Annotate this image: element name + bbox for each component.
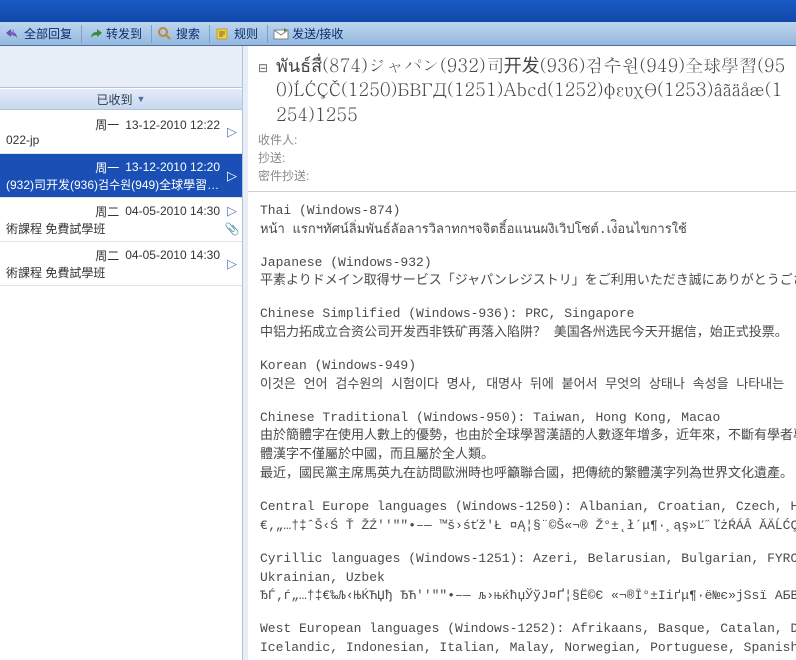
message-subject-preview: 術課程 免費試學班 xyxy=(6,220,220,237)
encoding-label: Thai (Windows-874) xyxy=(260,202,784,221)
message-day: 周二 xyxy=(95,247,119,264)
encoding-block: Chinese Traditional (Windows-950): Taiwa… xyxy=(260,409,784,484)
encoding-sample: หน้า แรกฯทัศน์ลิ่มพันธ์ลัอลารวิลาทกฯจจิต… xyxy=(260,221,784,240)
message-datetime: 13-12-2010 12:20 xyxy=(125,160,220,174)
encoding-label: Korean (Windows-949) xyxy=(260,357,784,376)
toolbar-separator xyxy=(209,25,210,43)
message-day: 周二 xyxy=(95,203,119,220)
message-day: 周一 xyxy=(95,159,119,176)
sort-desc-icon: ▼ xyxy=(137,94,146,104)
message-subject-preview: (932)司开发(936)검수원(949)全球學習(950)ĹĈ xyxy=(6,176,220,193)
message-row[interactable]: 周二 04-05-2010 14:30 術課程 免費試學班 ▷ 📎 xyxy=(0,198,242,242)
search-label: 搜索 xyxy=(176,25,200,42)
toolbar: 全部回复 转发到 搜索 规则 发送/接收 xyxy=(0,22,796,46)
send-receive-button[interactable]: 发送/接收 xyxy=(270,24,350,44)
reply-all-label: 全部回复 xyxy=(24,25,72,42)
message-row[interactable]: 周一 13-12-2010 12:22022-jp ▷ xyxy=(0,110,242,154)
encoding-block: Thai (Windows-874)หน้า แรกฯทัศน์ลิ่มพันธ… xyxy=(260,202,784,240)
encoding-block: West European languages (Windows-1252): … xyxy=(260,620,784,658)
message-list-panel: 已收到 ▼ 周一 13-12-2010 12:22022-jp ▷ 周一 13-12-2… xyxy=(0,46,243,660)
encoding-sample: 平素よりドメイン取得サービス「ジャパンレジストリ」をご利用いただき誠にありがとう… xyxy=(260,272,784,291)
encoding-block: Korean (Windows-949)이것은 언어 검수원의 시험이다 명사,… xyxy=(260,357,784,395)
toolbar-separator xyxy=(81,25,82,43)
toolbar-separator xyxy=(151,25,152,43)
message-list: 周一 13-12-2010 12:22022-jp ▷ 周一 13-12-2010 12… xyxy=(0,110,242,660)
encoding-label: West European languages (Windows-1252): … xyxy=(260,620,784,658)
message-subject-preview: 022-jp xyxy=(6,133,220,147)
encoding-label: Chinese Simplified (Windows-936): PRC, S… xyxy=(260,305,784,324)
encoding-sample: €‚„…†‡ˆŠ‹Ś Ť ŽŹ''""•–— ™š›śťž'Ł ¤Ą¦§¨©Š«… xyxy=(260,517,784,536)
encoding-sample: 中铝力拓成立合资公司开发西非铁矿再落入陷阱？ 美国各州选民今天开据信，始正式投票… xyxy=(260,324,784,343)
encoding-block: Chinese Simplified (Windows-936): PRC, S… xyxy=(260,305,784,343)
window-titlebar xyxy=(0,0,796,22)
collapse-icon[interactable]: ⊟ xyxy=(258,60,272,127)
send-receive-icon xyxy=(273,26,289,42)
flag-icon[interactable]: ▷ xyxy=(227,203,237,219)
message-datetime: 04-05-2010 14:30 xyxy=(125,248,220,262)
message-datetime: 04-05-2010 14:30 xyxy=(125,204,220,218)
encoding-label: Japanese (Windows-932) xyxy=(260,254,784,273)
forward-label: 转发到 xyxy=(106,25,142,42)
encoding-label: Chinese Traditional (Windows-950): Taiwa… xyxy=(260,409,784,428)
message-day: 周一 xyxy=(95,116,119,133)
forward-icon xyxy=(87,26,103,42)
reply-all-button[interactable]: 全部回复 xyxy=(2,24,79,44)
forward-button[interactable]: 转发到 xyxy=(84,24,149,44)
reply-all-icon xyxy=(5,26,21,42)
message-datetime: 13-12-2010 12:22 xyxy=(125,118,220,132)
meta-bcc: 密件抄送: xyxy=(258,167,786,185)
toolbar-separator xyxy=(267,25,268,43)
encoding-sample: ЂЃ‚ѓ„…†‡€‰Љ‹ЊЌЋЏђ ЂЋ''""•–— љ›њќћџЎўЈ¤Ґ¦… xyxy=(260,587,784,606)
rules-icon xyxy=(215,26,231,42)
encoding-block: Central Europe languages (Windows-1250):… xyxy=(260,498,784,536)
flag-icon[interactable]: ▷ xyxy=(227,124,237,140)
message-subject: พันธ์สื่(874)ジャパン(932)司开发(936)검수원(949)全球… xyxy=(276,54,786,127)
search-icon xyxy=(157,26,173,42)
message-body: Thai (Windows-874)หน้า แรกฯทัศน์ลิ่มพันธ… xyxy=(248,192,796,660)
list-top-spacer xyxy=(0,46,242,88)
encoding-sample: 由於簡體字在使用人數上的優勢，也由於全球學習漢語的人數逐年增多，近年來，不斷有學… xyxy=(260,427,784,484)
encoding-block: Cyrillic languages (Windows-1251): Azeri… xyxy=(260,550,784,607)
encoding-label: Cyrillic languages (Windows-1251): Azeri… xyxy=(260,550,784,588)
meta-cc: 抄送: xyxy=(258,149,786,167)
flag-icon[interactable]: ▷ xyxy=(227,256,237,272)
message-row[interactable]: 周二 04-05-2010 14:30 術課程 免費試學班 ▷ xyxy=(0,242,242,286)
encoding-label: Central Europe languages (Windows-1250):… xyxy=(260,498,784,517)
encoding-sample: 이것은 언어 검수원의 시험이다 명사, 대명사 뒤에 붙어서 무엇의 상태나 … xyxy=(260,376,784,395)
rules-button[interactable]: 规则 xyxy=(212,24,265,44)
rules-label: 规则 xyxy=(234,25,258,42)
message-header: ⊟ พันธ์สื่(874)ジャパン(932)司开发(936)검수원(949)… xyxy=(248,46,796,192)
message-row[interactable]: 周一 13-12-2010 12:20 (932)司开发(936)검수원(949)全… xyxy=(0,154,242,198)
message-subject-preview: 術課程 免費試學班 xyxy=(6,264,220,281)
flag-icon[interactable]: ▷ xyxy=(227,168,237,184)
list-sort-header[interactable]: 已收到 ▼ xyxy=(0,88,242,110)
send-receive-label: 发送/接收 xyxy=(292,25,343,42)
meta-to: 收件人: xyxy=(258,131,786,149)
search-button[interactable]: 搜索 xyxy=(154,24,207,44)
list-sort-label: 已收到 xyxy=(97,91,133,108)
attachment-icon: 📎 xyxy=(225,222,240,236)
encoding-block: Japanese (Windows-932)平素よりドメイン取得サービス「ジャパ… xyxy=(260,254,784,292)
reading-pane: ⊟ พันธ์สื่(874)ジャパン(932)司开发(936)검수원(949)… xyxy=(248,46,796,660)
